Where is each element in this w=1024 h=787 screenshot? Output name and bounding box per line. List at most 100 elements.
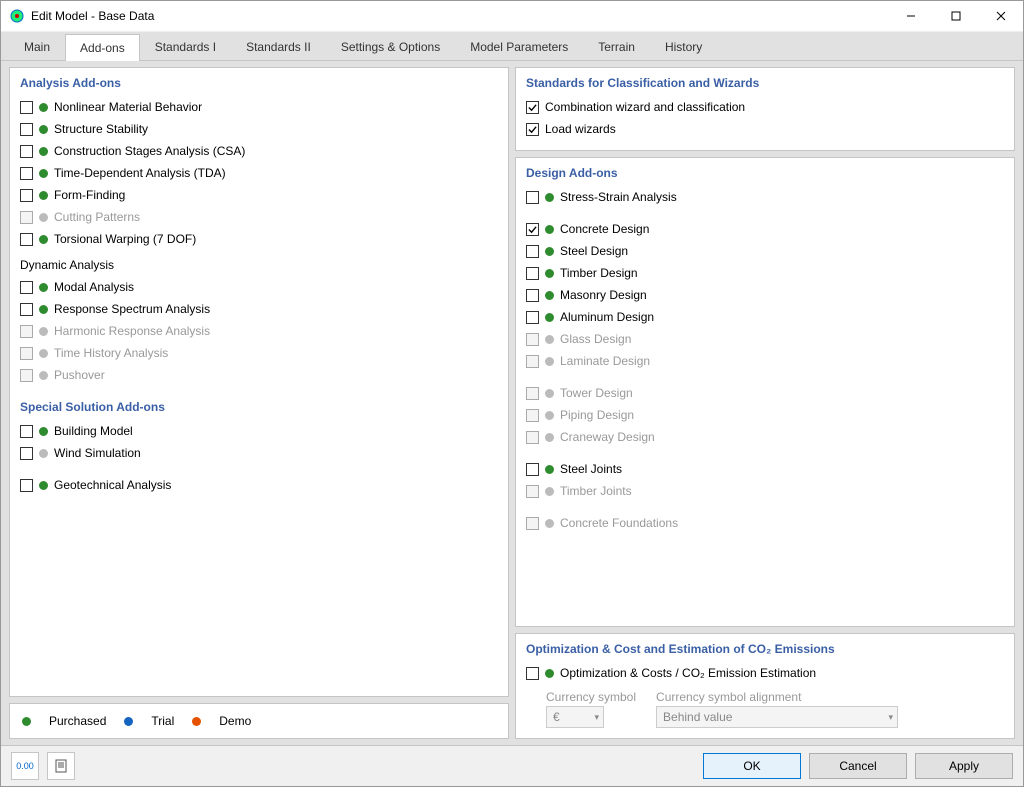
chk-masonry-design[interactable] bbox=[526, 289, 539, 302]
lbl-modal-analysis: Modal Analysis bbox=[54, 280, 134, 294]
tab-terrain[interactable]: Terrain bbox=[583, 33, 650, 60]
chk-wind-simulation[interactable] bbox=[20, 447, 33, 460]
lbl-load-wizards: Load wizards bbox=[545, 122, 616, 136]
app-icon bbox=[9, 8, 25, 24]
notes-icon bbox=[54, 759, 68, 773]
chk-laminate-design bbox=[526, 355, 539, 368]
chk-concrete-design[interactable] bbox=[526, 223, 539, 236]
status-dot bbox=[545, 335, 554, 344]
section-design-addons: Design Add-ons bbox=[526, 166, 1004, 180]
panel-standards-wizards: Standards for Classification and Wizards… bbox=[515, 67, 1015, 151]
status-dot bbox=[39, 125, 48, 134]
status-dot bbox=[39, 481, 48, 490]
lbl-structure-stability: Structure Stability bbox=[54, 122, 148, 136]
tab-standards-i[interactable]: Standards I bbox=[140, 33, 231, 60]
legend-purchased: Purchased bbox=[49, 714, 106, 728]
panel-design-addons: Design Add-ons Stress-Strain Analysis Co… bbox=[515, 157, 1015, 627]
lbl-building-model: Building Model bbox=[54, 424, 133, 438]
chk-aluminum-design[interactable] bbox=[526, 311, 539, 324]
units-icon: 0.00 bbox=[16, 761, 34, 771]
lbl-combination-wizard: Combination wizard and classification bbox=[545, 100, 745, 114]
status-dot bbox=[545, 487, 554, 496]
section-optimization: Optimization & Cost and Estimation of CO… bbox=[526, 642, 1004, 656]
chk-modal-analysis[interactable] bbox=[20, 281, 33, 294]
chk-geotechnical[interactable] bbox=[20, 479, 33, 492]
tab-main[interactable]: Main bbox=[9, 33, 65, 60]
section-special-solution: Special Solution Add-ons bbox=[20, 400, 498, 414]
chk-optimization-costs[interactable] bbox=[526, 667, 539, 680]
status-dot bbox=[545, 433, 554, 442]
chk-structure-stability[interactable] bbox=[20, 123, 33, 136]
lbl-response-spectrum: Response Spectrum Analysis bbox=[54, 302, 210, 316]
chk-construction-stages[interactable] bbox=[20, 145, 33, 158]
legend-panel: Purchased Trial Demo bbox=[9, 703, 509, 739]
status-dot bbox=[545, 225, 554, 234]
status-dot bbox=[545, 269, 554, 278]
cancel-button[interactable]: Cancel bbox=[809, 753, 907, 779]
status-dot bbox=[545, 291, 554, 300]
chevron-down-icon: ▾ bbox=[889, 712, 894, 723]
chk-nonlinear-material[interactable] bbox=[20, 101, 33, 114]
maximize-button[interactable] bbox=[933, 1, 978, 31]
chevron-down-icon: ▾ bbox=[594, 712, 599, 723]
chk-timber-design[interactable] bbox=[526, 267, 539, 280]
legend-dot-demo bbox=[192, 717, 201, 726]
status-dot bbox=[545, 411, 554, 420]
ok-button[interactable]: OK bbox=[703, 753, 801, 779]
status-dot bbox=[39, 213, 48, 222]
combo-currency-alignment: Behind value▾ bbox=[656, 706, 898, 728]
tab-model-parameters[interactable]: Model Parameters bbox=[455, 33, 583, 60]
status-dot bbox=[39, 169, 48, 178]
tab-history[interactable]: History bbox=[650, 33, 717, 60]
notes-button[interactable] bbox=[47, 752, 75, 780]
lbl-optimization-costs: Optimization & Costs / CO₂ Emission Esti… bbox=[560, 666, 816, 680]
status-dot bbox=[545, 313, 554, 322]
chk-steel-joints[interactable] bbox=[526, 463, 539, 476]
status-dot bbox=[39, 427, 48, 436]
chk-combination-wizard[interactable] bbox=[526, 101, 539, 114]
legend-dot-trial bbox=[124, 717, 133, 726]
section-standards-wizards: Standards for Classification and Wizards bbox=[526, 76, 1004, 90]
lbl-glass-design: Glass Design bbox=[560, 332, 631, 346]
lbl-wind-simulation: Wind Simulation bbox=[54, 446, 141, 460]
status-dot bbox=[39, 147, 48, 156]
close-button[interactable] bbox=[978, 1, 1023, 31]
lbl-currency-symbol: Currency symbol bbox=[546, 690, 636, 704]
chk-steel-design[interactable] bbox=[526, 245, 539, 258]
minimize-button[interactable] bbox=[888, 1, 933, 31]
legend-trial: Trial bbox=[151, 714, 174, 728]
lbl-steel-joints: Steel Joints bbox=[560, 462, 622, 476]
lbl-cutting-patterns: Cutting Patterns bbox=[54, 210, 140, 224]
lbl-stress-strain: Stress-Strain Analysis bbox=[560, 190, 677, 204]
panel-optimization: Optimization & Cost and Estimation of CO… bbox=[515, 633, 1015, 739]
lbl-time-history: Time History Analysis bbox=[54, 346, 168, 360]
legend-demo: Demo bbox=[219, 714, 251, 728]
status-dot bbox=[39, 235, 48, 244]
lbl-laminate-design: Laminate Design bbox=[560, 354, 650, 368]
chk-timber-joints bbox=[526, 485, 539, 498]
lbl-form-finding: Form-Finding bbox=[54, 188, 125, 202]
chk-pushover bbox=[20, 369, 33, 382]
chk-stress-strain[interactable] bbox=[526, 191, 539, 204]
apply-button[interactable]: Apply bbox=[915, 753, 1013, 779]
lbl-concrete-foundations: Concrete Foundations bbox=[560, 516, 678, 530]
lbl-construction-stages: Construction Stages Analysis (CSA) bbox=[54, 144, 245, 158]
tab-add-ons[interactable]: Add-ons bbox=[65, 34, 140, 61]
status-dot bbox=[39, 283, 48, 292]
chk-load-wizards[interactable] bbox=[526, 123, 539, 136]
lbl-timber-joints: Timber Joints bbox=[560, 484, 632, 498]
chk-form-finding[interactable] bbox=[20, 189, 33, 202]
chk-building-model[interactable] bbox=[20, 425, 33, 438]
left-panel: Analysis Add-ons Nonlinear Material Beha… bbox=[9, 67, 509, 697]
lbl-craneway-design: Craneway Design bbox=[560, 430, 655, 444]
lbl-aluminum-design: Aluminum Design bbox=[560, 310, 654, 324]
lbl-timber-design: Timber Design bbox=[560, 266, 638, 280]
units-button[interactable]: 0.00 bbox=[11, 752, 39, 780]
tab-standards-ii[interactable]: Standards II bbox=[231, 33, 326, 60]
tab-settings-options[interactable]: Settings & Options bbox=[326, 33, 455, 60]
titlebar: Edit Model - Base Data bbox=[1, 1, 1023, 32]
chk-response-spectrum[interactable] bbox=[20, 303, 33, 316]
chk-torsional-warping[interactable] bbox=[20, 233, 33, 246]
status-dot bbox=[39, 103, 48, 112]
chk-tda[interactable] bbox=[20, 167, 33, 180]
